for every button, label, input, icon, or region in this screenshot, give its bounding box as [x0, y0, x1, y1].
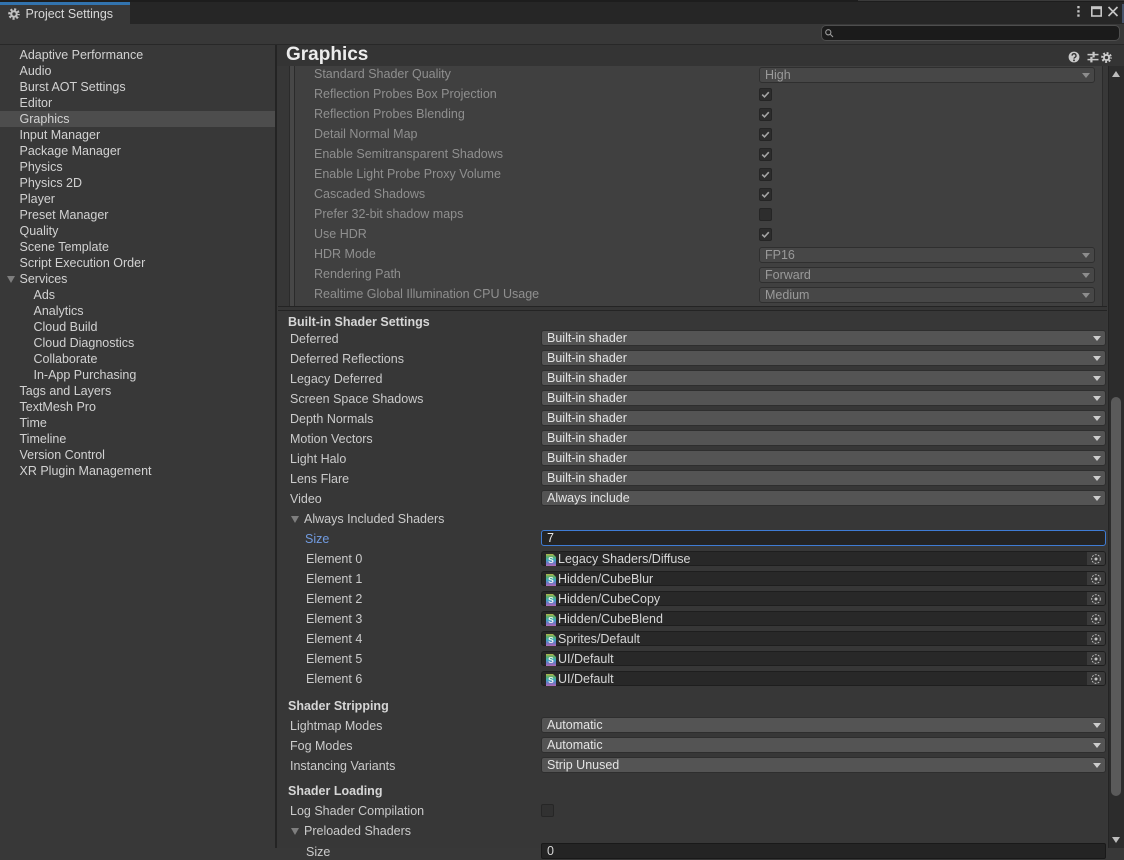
svg-text:S: S [548, 595, 554, 605]
svg-text:S: S [548, 615, 554, 625]
svg-text:S: S [548, 575, 554, 585]
svg-text:S: S [548, 555, 554, 565]
svg-text:S: S [548, 675, 554, 685]
svg-text:S: S [548, 655, 554, 665]
svg-text:S: S [548, 635, 554, 645]
